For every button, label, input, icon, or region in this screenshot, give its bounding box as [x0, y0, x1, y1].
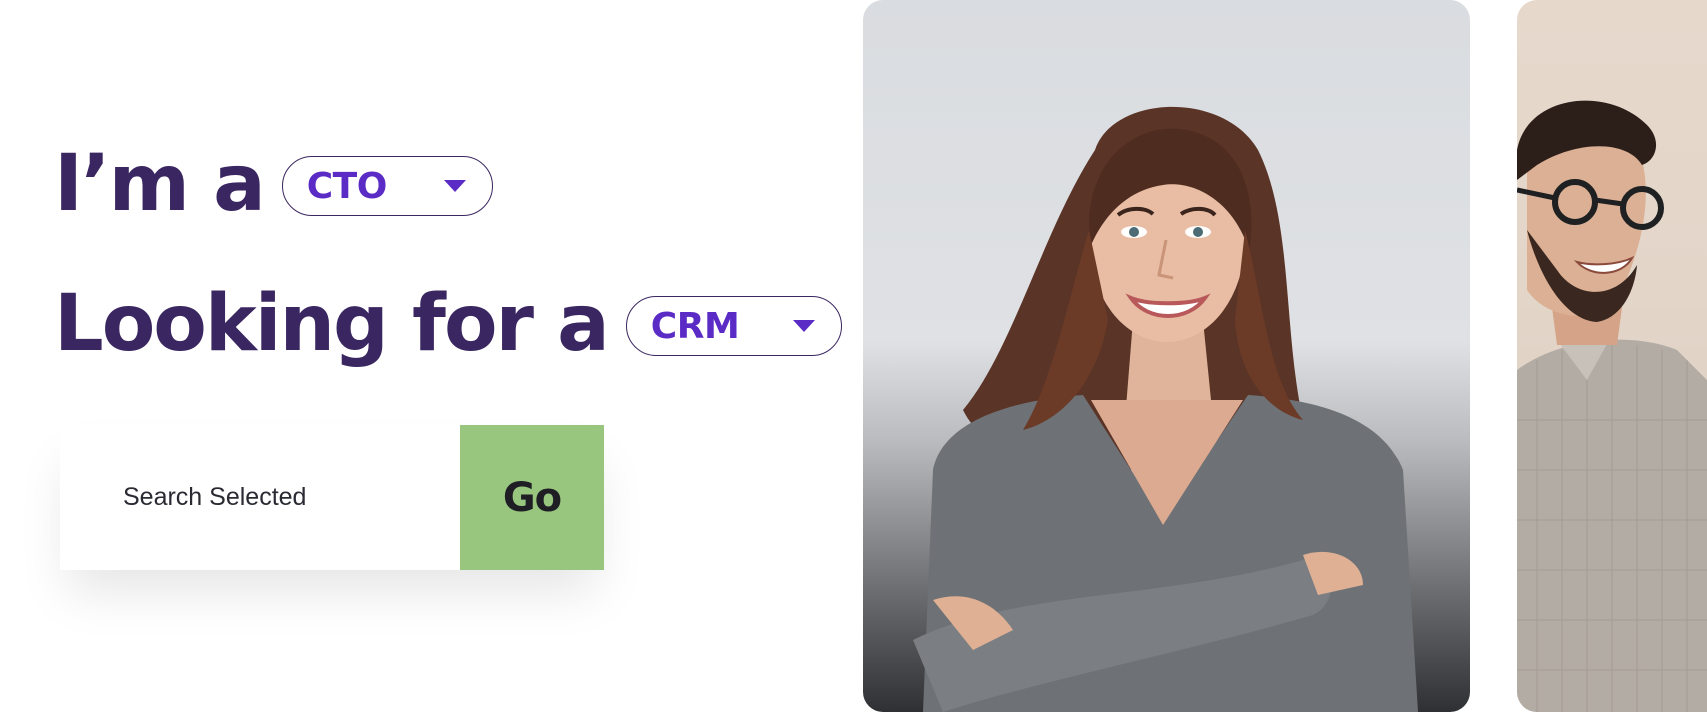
role-prefix-text: I’m a — [54, 139, 266, 229]
product-prefix-text: Looking for a — [54, 279, 610, 369]
product-line: Looking for a CRM — [54, 280, 842, 368]
role-line: I’m a CTO — [54, 140, 493, 228]
product-select[interactable]: CRM — [625, 296, 842, 356]
caret-down-icon — [792, 320, 815, 332]
role-select-value: CTO — [306, 165, 388, 207]
man-portrait-photo — [1517, 0, 1707, 712]
product-select-value: CRM — [650, 305, 740, 347]
hero-section: I’m a CTO Looking for a CRM Search Selec… — [0, 0, 1707, 713]
search-selected-label: Search Selected — [123, 483, 307, 511]
role-select[interactable]: CTO — [281, 156, 493, 216]
go-button[interactable]: Go — [460, 425, 604, 570]
woman-portrait-photo — [863, 0, 1470, 712]
caret-down-icon — [443, 180, 466, 192]
search-card: Search Selected Go — [60, 425, 604, 570]
